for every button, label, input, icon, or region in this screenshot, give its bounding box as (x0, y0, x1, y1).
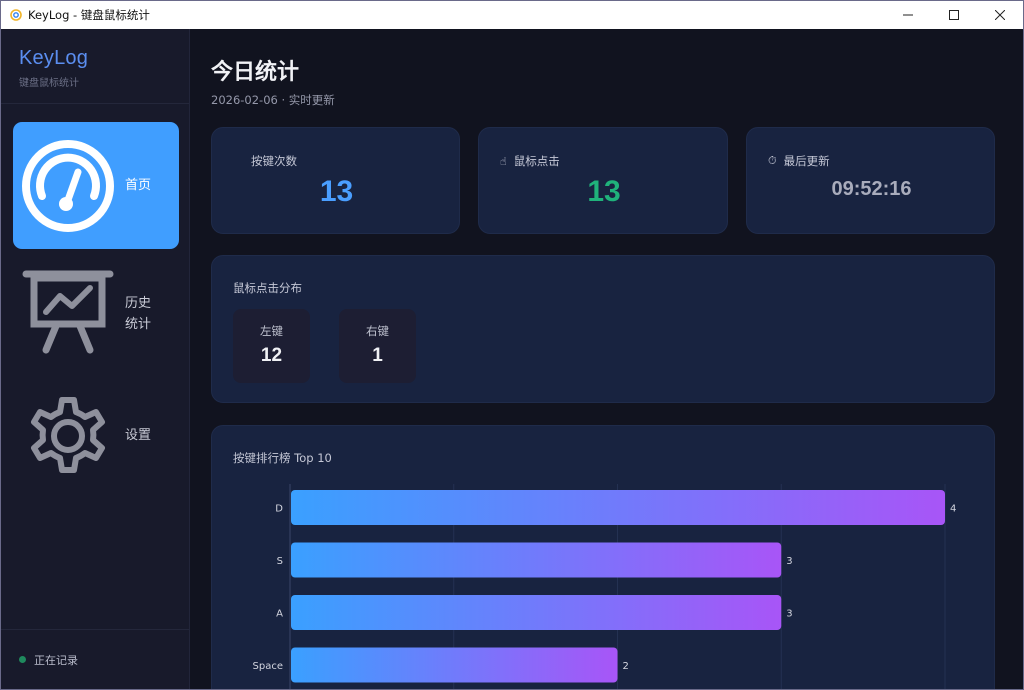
category-label: S (277, 556, 283, 567)
stopwatch-icon: ⏱ (768, 154, 777, 167)
stat-value: 13 (319, 175, 354, 208)
stat-label-row: ⏱ 最后更新 (768, 153, 830, 169)
stat-card-keypresses: 按键次数 13 (211, 127, 460, 234)
status-text: 正在记录 (34, 653, 78, 667)
minimize-button[interactable] (885, 1, 931, 29)
minimize-icon (903, 14, 913, 16)
status-dot-icon (19, 656, 26, 663)
app-window: KeyLog - 键盘鼠标统计 KeyLog 键盘鼠标统计 首页 历史统计 设置… (0, 0, 1024, 690)
pointer-hand-icon: ☝ (500, 154, 507, 168)
value-label: 3 (786, 556, 792, 567)
close-button[interactable] (977, 1, 1023, 29)
close-icon (995, 10, 1005, 20)
click-distribution-card: 鼠标点击分布 左键 12 右键 1 (211, 255, 995, 403)
bar[interactable] (291, 647, 618, 683)
value-label: 3 (786, 609, 792, 620)
stat-label-row: ☝ 鼠标点击 (500, 153, 560, 169)
category-label: Space (253, 661, 283, 672)
right-click-box: 右键 1 (339, 309, 416, 383)
recording-status: 正在记录 (1, 629, 189, 689)
sidebar-item-settings[interactable]: 设置 (13, 372, 179, 499)
card-title: 鼠标点击分布 (233, 281, 302, 295)
value-label: 2 (623, 661, 629, 672)
key-ranking-chart: D 4 S 3 A 3 Space 2 (253, 484, 956, 689)
left-click-value: 12 (260, 345, 283, 366)
stat-label: 按键次数 (251, 154, 297, 168)
brand: KeyLog 键盘鼠标统计 (1, 29, 189, 104)
scrollbar[interactable] (1013, 29, 1023, 689)
window-title: KeyLog - 键盘鼠标统计 (28, 8, 150, 22)
sidebar-item-label: 历史统计 (124, 295, 151, 332)
stat-card-clicks: ☝ 鼠标点击 13 (478, 127, 728, 234)
app-logo-icon (10, 9, 22, 21)
bar[interactable] (291, 490, 945, 525)
bar[interactable] (291, 542, 782, 578)
maximize-icon (949, 10, 959, 20)
left-click-label: 左键 (260, 324, 283, 338)
category-label: A (276, 609, 283, 620)
right-click-label: 右键 (366, 324, 389, 338)
right-click-value: 1 (372, 345, 383, 366)
stat-value: 13 (587, 175, 621, 208)
sidebar-item-label: 首页 (124, 178, 151, 193)
presentation-chart-icon (13, 259, 123, 369)
sidebar: KeyLog 键盘鼠标统计 首页 历史统计 设置 正在记录 (1, 29, 190, 689)
page-title: 今日统计 (211, 60, 300, 85)
dashboard-gauge-icon (13, 131, 123, 241)
bar[interactable] (291, 595, 782, 630)
key-ranking-card: 按键排行榜 Top 10 D 4 S 3 A 3 Space 2 (211, 425, 995, 689)
value-label: 4 (950, 504, 956, 515)
stat-label: 鼠标点击 (513, 154, 560, 168)
sidebar-item-label: 设置 (124, 428, 151, 443)
sidebar-item-home[interactable]: 首页 (13, 122, 179, 249)
sidebar-item-history[interactable]: 历史统计 (13, 250, 179, 377)
stat-label: 最后更新 (783, 154, 830, 168)
stat-value: 09:52:16 (831, 178, 912, 200)
page-subtitle: 2026-02-06 · 实时更新 (211, 93, 335, 107)
title-bar[interactable]: KeyLog - 键盘鼠标统计 (1, 1, 1023, 29)
gear-icon (13, 381, 123, 491)
stat-card-last-update: ⏱ 最后更新 09:52:16 (746, 127, 995, 234)
main-content: 今日统计 2026-02-06 · 实时更新 按键次数 13 ☝ 鼠标点击 13… (190, 29, 1023, 689)
maximize-button[interactable] (931, 1, 977, 29)
category-label: D (275, 504, 283, 515)
left-click-box: 左键 12 (233, 309, 310, 383)
brand-subtitle: 键盘鼠标统计 (19, 78, 79, 89)
brand-name: KeyLog (19, 47, 89, 69)
